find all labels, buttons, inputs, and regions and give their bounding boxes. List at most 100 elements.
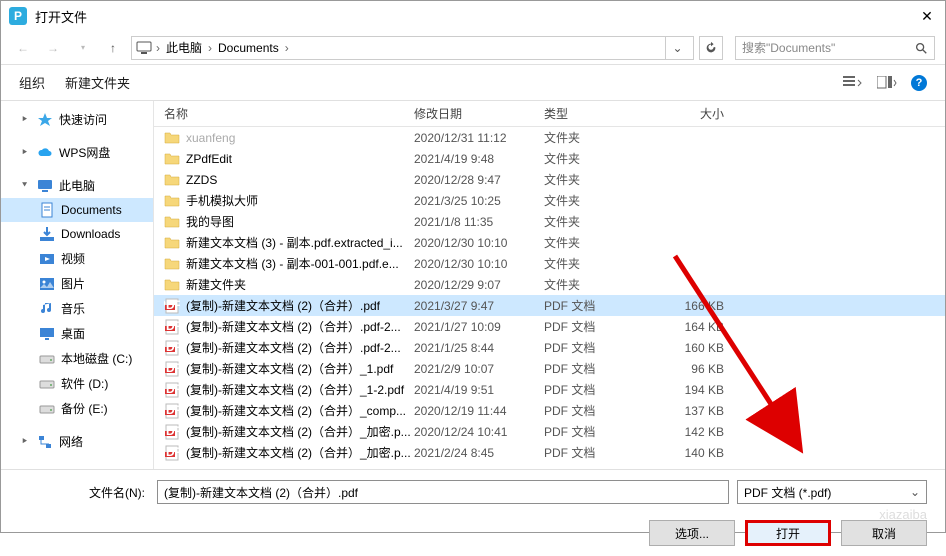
expand-icon[interactable]: ⯈ (21, 147, 31, 158)
search-placeholder: 搜索"Documents" (742, 39, 835, 56)
refresh-button[interactable] (699, 36, 723, 60)
filetype-filter[interactable]: PDF 文档 (*.pdf) ⌄ (737, 480, 927, 504)
sidebar-item-9[interactable]: 本地磁盘 (C:) (1, 346, 153, 371)
sidebar-item-6[interactable]: 图片 (1, 271, 153, 296)
file-name: 新建文本文档 (3) - 副本-001-001.pdf.e... (186, 255, 399, 272)
col-date[interactable]: 修改日期 (414, 105, 544, 122)
file-size: 140 KB (654, 446, 744, 460)
file-date: 2020/12/24 10:41 (414, 425, 544, 439)
file-row[interactable]: ZZDS2020/12/28 9:47文件夹 (154, 169, 945, 190)
file-pane: 名称 修改日期 类型 大小 xuanfeng2020/12/31 11:12文件… (153, 101, 945, 469)
up-button[interactable]: ↑ (101, 36, 125, 60)
sidebar-label: 本地磁盘 (C:) (61, 350, 132, 367)
file-row[interactable]: xuanfeng 2020/12/31 11:12文件夹 (154, 127, 945, 148)
toolbar: 组织 新建文件夹 ? (1, 65, 945, 101)
open-button[interactable]: 打开 (745, 520, 831, 546)
file-date: 2020/12/30 10:10 (414, 257, 544, 271)
file-row[interactable]: PDF(复制)-新建文本文档 (2)（合并）_1-2.pdf2021/4/19 … (154, 379, 945, 400)
close-icon[interactable]: ✕ (917, 8, 937, 25)
file-row[interactable]: PDF(复制)-新建文本文档 (2)（合并）_加密.p...2021/2/24 … (154, 442, 945, 463)
file-type: 文件夹 (544, 276, 654, 293)
view-list-icon[interactable] (843, 76, 863, 90)
file-date: 2020/12/30 10:10 (414, 236, 544, 250)
col-size[interactable]: 大小 (654, 105, 744, 122)
file-date: 2020/12/31 11:12 (414, 131, 544, 145)
sidebar-label: Documents (61, 203, 122, 217)
file-row[interactable]: PDF(复制)-新建文本文档 (2)（合并）_加密.p...2020/12/24… (154, 421, 945, 442)
file-row[interactable]: PDF(复制)-新建文本文档 (2)（合并）_1.pdf2021/2/9 10:… (154, 358, 945, 379)
pdf-icon: PDF (164, 445, 180, 461)
file-row[interactable]: PDF(复制)-新建文本文档 (2)（合并）.pdf-2...2021/1/25… (154, 337, 945, 358)
filename-input[interactable] (157, 480, 729, 504)
sidebar-item-11[interactable]: 备份 (E:) (1, 396, 153, 421)
sidebar-item-5[interactable]: 视频 (1, 246, 153, 271)
pdf-icon: PDF (164, 319, 180, 335)
monitor-icon (37, 178, 53, 194)
sidebar-label: 网络 (59, 433, 83, 450)
recent-dropdown[interactable]: ▾ (71, 36, 95, 60)
sidebar-item-10[interactable]: 软件 (D:) (1, 371, 153, 396)
sidebar-label: 此电脑 (59, 177, 95, 194)
file-name: (复制)-新建文本文档 (2)（合并）_1.pdf (186, 360, 393, 377)
newfolder-button[interactable]: 新建文件夹 (65, 73, 130, 92)
crumb-pc[interactable]: 此电脑 (164, 39, 204, 56)
file-row[interactable]: PDF(复制)-新建文本文档 (2)（合并）.pdf2021/3/27 9:47… (154, 295, 945, 316)
file-row[interactable]: PDF (复制)-新建文本文档 (2)（合并）.pdf-2... 2021/1/27… (154, 316, 945, 337)
view-preview-icon[interactable] (877, 76, 897, 90)
sidebar-item-12[interactable]: ⯈ 网络 (1, 429, 153, 454)
file-row[interactable]: 手机模拟大师2021/3/25 10:25文件夹 (154, 190, 945, 211)
search-input[interactable]: 搜索"Documents" (735, 36, 935, 60)
file-name: xuanfeng (186, 131, 235, 145)
expand-icon[interactable]: ⯈ (21, 436, 31, 447)
file-name: 新建文本文档 (3) - 副本.pdf.extracted_i... (186, 234, 403, 251)
search-icon (914, 41, 928, 55)
col-name[interactable]: 名称 (154, 105, 414, 122)
file-type: PDF 文档 (544, 402, 654, 419)
col-type[interactable]: 类型 (544, 105, 654, 122)
file-row[interactable]: 我的导图2021/1/8 11:35文件夹 (154, 211, 945, 232)
file-row[interactable]: PDF(复制)-新建文本文档 (2)（合并）_comp...2020/12/19… (154, 400, 945, 421)
sidebar-item-7[interactable]: 音乐 (1, 296, 153, 321)
expand-icon[interactable]: ⯈ (21, 114, 31, 125)
help-icon[interactable]: ? (911, 75, 927, 91)
file-type: PDF 文档 (544, 381, 654, 398)
forward-button[interactable]: → (41, 36, 65, 60)
sidebar-item-4[interactable]: Downloads (1, 222, 153, 246)
filename-label: 文件名(N): (19, 484, 149, 501)
cloud-icon (37, 145, 53, 161)
svg-text:PDF: PDF (164, 319, 180, 333)
cancel-button[interactable]: 取消 (841, 520, 927, 546)
path-dropdown[interactable]: ⌄ (665, 37, 689, 59)
drive-icon (39, 401, 55, 417)
file-row[interactable]: 新建文件夹2020/12/29 9:07文件夹 (154, 274, 945, 295)
file-type: 文件夹 (544, 129, 654, 146)
back-button[interactable]: ← (11, 36, 35, 60)
svg-text:PDF: PDF (164, 361, 180, 375)
sidebar-item-1[interactable]: ⯈WPS网盘 (1, 140, 153, 165)
file-row[interactable]: ZPdfEdit2021/4/19 9:48文件夹 (154, 148, 945, 169)
sidebar-item-8[interactable]: 桌面 (1, 321, 153, 346)
desktop-icon (39, 326, 55, 342)
options-button[interactable]: 选项... (649, 520, 735, 546)
sidebar-item-2[interactable]: ⯆ 此电脑 (1, 173, 153, 198)
file-date: 2021/1/25 8:44 (414, 341, 544, 355)
organize-button[interactable]: 组织 (19, 73, 45, 92)
file-name: (复制)-新建文本文档 (2)（合并）.pdf-2... (186, 339, 401, 356)
pdf-icon: PDF (164, 382, 180, 398)
file-date: 2021/1/8 11:35 (414, 215, 544, 229)
folder-icon (164, 172, 180, 188)
sidebar-item-3[interactable]: Documents (1, 198, 153, 222)
download-icon (39, 226, 55, 242)
filter-text: PDF 文档 (*.pdf) (744, 484, 831, 501)
file-row[interactable]: 新建文本文档 (3) - 副本-001-001.pdf.e... 2020/12/… (154, 253, 945, 274)
expand-icon[interactable]: ⯆ (21, 180, 31, 191)
file-row[interactable]: 新建文本文档 (3) - 副本.pdf.extracted_i... 2020/1… (154, 232, 945, 253)
sidebar-item-0[interactable]: ⯈快速访问 (1, 107, 153, 132)
crumb-documents[interactable]: Documents (216, 41, 281, 55)
file-size: 96 KB (654, 362, 744, 376)
file-date: 2021/1/27 10:09 (414, 320, 544, 334)
file-date: 2021/3/25 10:25 (414, 194, 544, 208)
file-name: (复制)-新建文本文档 (2)（合并）.pdf-2... (186, 318, 401, 335)
breadcrumb[interactable]: › 此电脑 › Documents › ⌄ (131, 36, 694, 60)
footer: 文件名(N): PDF 文档 (*.pdf) ⌄ 选项... 打开 取消 (1, 469, 945, 556)
